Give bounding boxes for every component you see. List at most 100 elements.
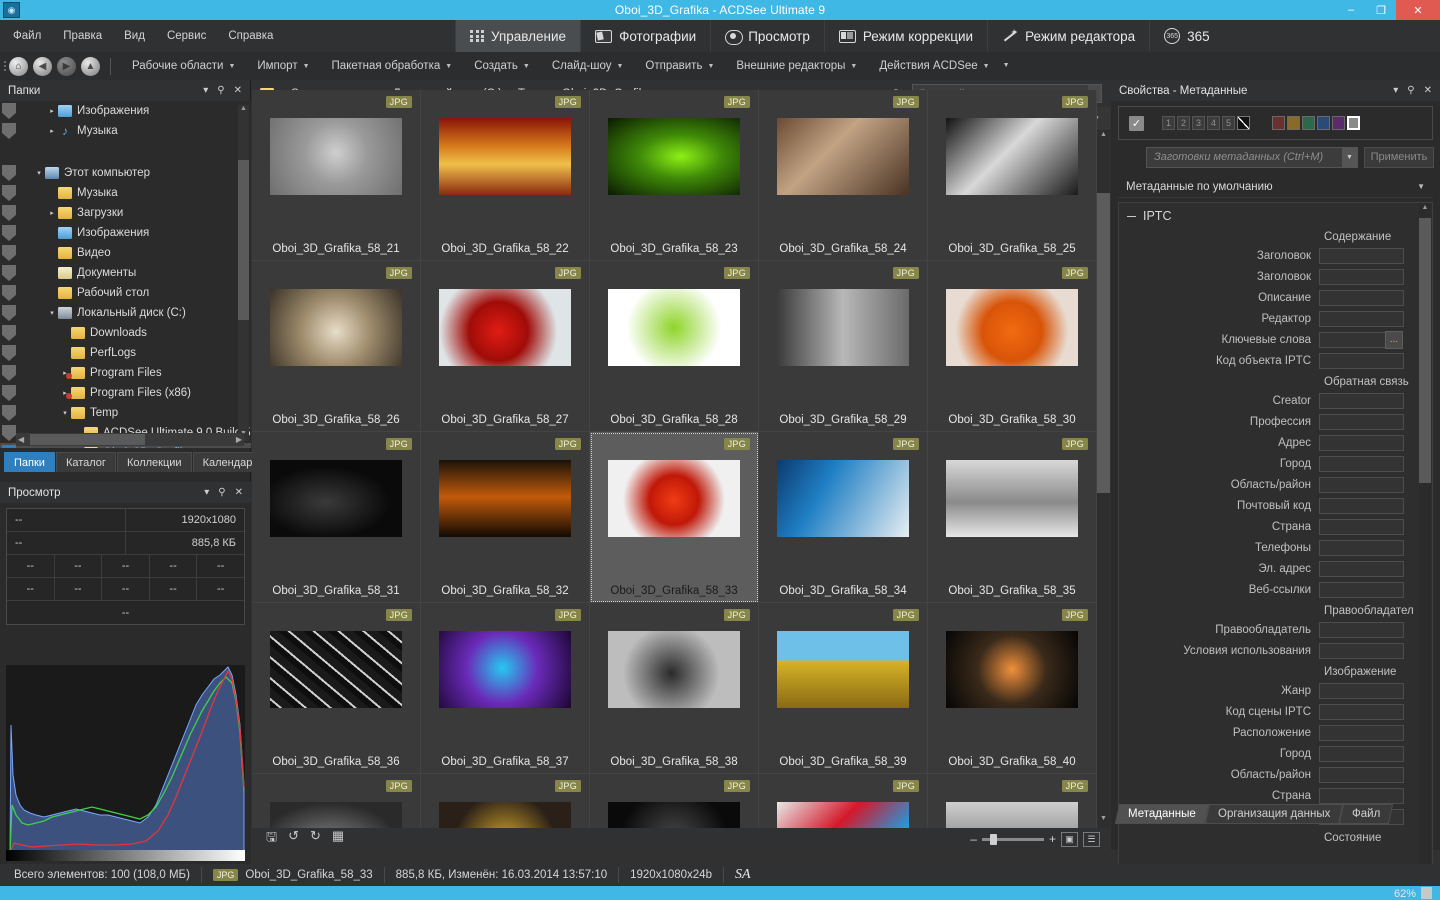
thumbnail-item[interactable]: JPG Oboi_3D_Grafika_58_38 [590, 603, 759, 774]
iptc-section-header[interactable]: IPTC [1119, 203, 1432, 226]
thumbnail-item[interactable]: JPG Oboi_3D_Grafika_58_33 [590, 432, 759, 603]
maximize-button[interactable]: ❐ [1366, 0, 1396, 20]
toolbar-batch[interactable]: Пакетная обработка ▼ [321, 60, 464, 72]
left-tab-каталог[interactable]: Каталог [55, 452, 116, 472]
tab-develop[interactable]: Режим коррекции [825, 20, 989, 52]
panel-menu-icon[interactable]: ▾ [1393, 85, 1398, 96]
metadata-preset-select[interactable]: Заготовки метаданных (Ctrl+M) ▼ [1146, 146, 1358, 168]
metadata-field-input[interactable] [1319, 392, 1404, 409]
menu-item-view[interactable]: Вид [121, 28, 148, 44]
menu-item-tools[interactable]: Сервис [164, 28, 209, 44]
metadata-field-input[interactable] [1319, 745, 1404, 762]
toolbar-grip[interactable] [0, 52, 9, 80]
metadata-field-input[interactable] [1319, 539, 1404, 556]
color-label-0[interactable] [1272, 116, 1285, 130]
tab-editor[interactable]: Режим редактора [988, 20, 1151, 52]
thumbnail-scrollbar[interactable]: ▲ ▼ [1097, 131, 1110, 828]
color-label-2[interactable] [1302, 116, 1315, 130]
save-metadata-icon[interactable]: 🖫 [266, 828, 277, 850]
chevron-down-icon[interactable]: ▼ [1417, 182, 1433, 191]
pin-icon[interactable]: ⚲ [1407, 85, 1414, 96]
scroll-left-icon[interactable]: ◀ [18, 435, 24, 444]
zoom-indicator-icon[interactable] [1421, 887, 1432, 899]
tab-365[interactable]: 365 365 [1150, 20, 1224, 52]
rating-star-2[interactable]: 2 [1177, 116, 1190, 130]
tree-item-downloads[interactable]: Downloads [0, 323, 251, 343]
thumbnail-item[interactable]: JPG Oboi_3D_Grafika_58_34 [759, 432, 928, 603]
rotate-left-icon[interactable]: ↺ [288, 828, 299, 850]
close-icon[interactable]: ✕ [235, 487, 243, 498]
menu-item-file[interactable]: Файл [10, 28, 44, 44]
thumbnail-view-icon[interactable]: ▣ [1061, 831, 1078, 847]
metadata-field-input[interactable] [1319, 434, 1404, 451]
slider-knob[interactable] [989, 833, 997, 845]
metadata-field-input[interactable] [1319, 703, 1404, 720]
thumbnail-item[interactable]: JPG Oboi_3D_Grafika_58_23 [590, 90, 759, 261]
close-button[interactable]: ✕ [1396, 0, 1440, 20]
metadata-field-input[interactable] [1319, 581, 1404, 598]
thumbnail-item[interactable]: JPG Oboi_3D_Grafika_58_36 [252, 603, 421, 774]
metadata-field-input[interactable] [1319, 247, 1404, 264]
scroll-thumb[interactable] [1419, 218, 1431, 483]
metadata-field-input[interactable] [1319, 560, 1404, 577]
thumbnail-item[interactable]: JPG Oboi_3D_Grafika_58_25 [928, 90, 1097, 261]
tree-item-program-files-x86-[interactable]: ▸ Program Files (x86) [0, 383, 251, 403]
metadata-field-input[interactable] [1319, 455, 1404, 472]
toolbar-import[interactable]: Импорт ▼ [246, 60, 320, 72]
tree-item--[interactable]: Изображения [0, 223, 251, 243]
rotate-right-icon[interactable]: ↻ [310, 828, 321, 850]
tree-item-temp[interactable]: ▾ Temp [0, 403, 251, 423]
toolbar-overflow-icon[interactable]: ▼ [1003, 62, 1010, 69]
metadata-field-input[interactable] [1319, 331, 1386, 348]
tab-manage[interactable]: Управление [455, 20, 582, 52]
tree-item--c-[interactable]: ▾ Локальный диск (C:) [0, 303, 251, 323]
tree-item--[interactable]: ▾ Этот компьютер [0, 163, 251, 183]
right-tab-организация-данных[interactable]: Организация данных [1204, 804, 1344, 824]
scroll-right-icon[interactable]: ▶ [236, 435, 242, 444]
left-tab-папки[interactable]: Папки [4, 452, 55, 472]
metadata-field-input[interactable] [1319, 766, 1404, 783]
metadata-field-input[interactable] [1319, 310, 1404, 327]
color-label-5[interactable] [1347, 116, 1360, 130]
home-icon[interactable]: ⌂ [9, 56, 28, 76]
right-tab-файл[interactable]: Файл [1338, 804, 1394, 824]
color-label-4[interactable] [1332, 116, 1345, 130]
thumbnail-item[interactable]: JPG Oboi_3D_Grafika_58_22 [421, 90, 590, 261]
chevron-down-icon[interactable]: ▼ [1342, 147, 1357, 167]
pin-icon[interactable]: ⚲ [218, 487, 225, 498]
thumbnail-item[interactable]: JPG [252, 774, 421, 828]
clear-rating-icon[interactable] [1237, 116, 1250, 130]
scroll-down-icon[interactable]: ▼ [1097, 815, 1110, 828]
metadata-fields-area[interactable]: IPTC Содержание Заголовок Заголовок Описани… [1118, 202, 1433, 900]
metadata-field-input[interactable] [1319, 518, 1404, 535]
thumbnail-size-slider[interactable] [981, 833, 1044, 845]
thumbnail-item[interactable]: JPG Oboi_3D_Grafika_58_27 [421, 261, 590, 432]
thumbnail-grid[interactable]: JPG Oboi_3D_Grafika_58_21 JPG Oboi_3D_Grafi… [252, 90, 1097, 828]
rating-star-4[interactable]: 4 [1207, 116, 1220, 130]
folder-tree[interactable]: ▸ Изображения ▸ ♪ Музыка ▾ Этот компьютер Музык… [0, 101, 251, 448]
rating-star-3[interactable]: 3 [1192, 116, 1205, 130]
scroll-up-icon[interactable]: ▲ [238, 105, 249, 116]
thumbnail-item[interactable]: JPG Oboi_3D_Grafika_58_21 [252, 90, 421, 261]
menu-item-edit[interactable]: Правка [60, 28, 105, 44]
menu-item-help[interactable]: Справка [225, 28, 276, 44]
thumbnail-item[interactable]: JPG Oboi_3D_Grafika_58_31 [252, 432, 421, 603]
expander-icon[interactable]: ▸ [46, 107, 58, 115]
toolbar-acdsee-actions[interactable]: Действия ACDSee ▼ [868, 60, 1000, 72]
metadata-field-input[interactable] [1319, 724, 1404, 741]
toolbar-create[interactable]: Создать ▼ [463, 60, 541, 72]
metadata-field-input[interactable] [1319, 787, 1404, 804]
toolbar-send[interactable]: Отправить ▼ [634, 60, 725, 72]
left-tab-коллекции[interactable]: Коллекции [116, 452, 192, 472]
thumbnail-item[interactable]: JPG Oboi_3D_Grafika_58_37 [421, 603, 590, 774]
tree-item--[interactable]: Рабочий стол [0, 283, 251, 303]
tree-item--[interactable]: ▸ ♪ Музыка [0, 121, 251, 141]
minimize-button[interactable]: – [1336, 0, 1366, 20]
metadata-field-input[interactable] [1319, 642, 1404, 659]
expander-icon[interactable]: ▾ [46, 309, 58, 317]
thumbnail-item[interactable]: JPG [590, 774, 759, 828]
zoom-in-button[interactable]: + [1049, 832, 1056, 846]
expander-icon[interactable]: ▸ [46, 209, 58, 217]
detail-view-icon[interactable]: ☰ [1083, 831, 1100, 847]
keywords-browse-button[interactable]: ... [1385, 330, 1403, 349]
